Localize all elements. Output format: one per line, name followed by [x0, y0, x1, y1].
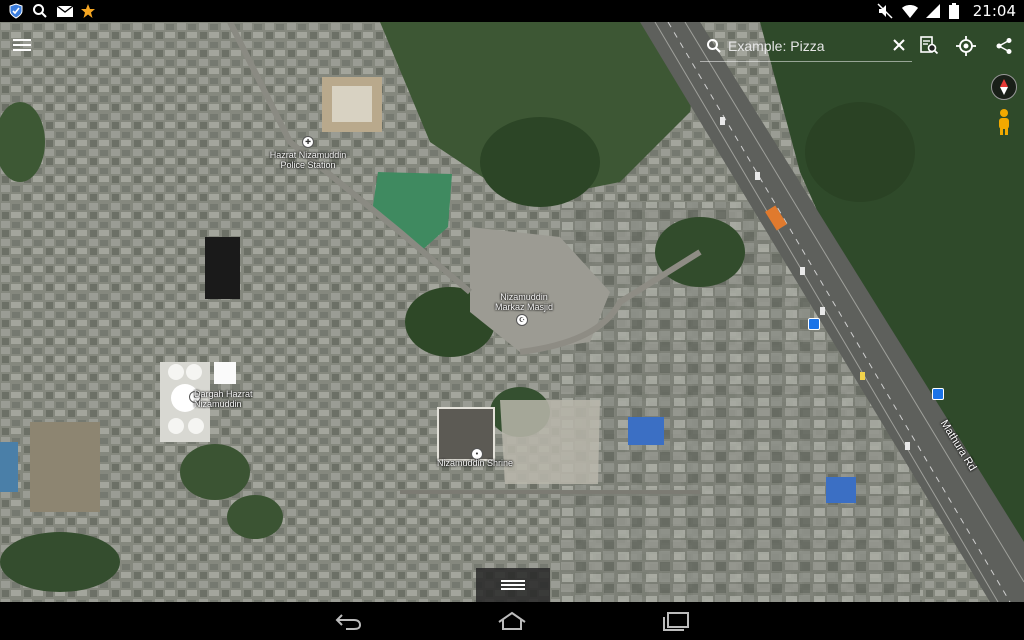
share-button[interactable] [992, 34, 1016, 58]
back-icon [335, 614, 362, 630]
recents-button[interactable] [659, 608, 693, 634]
status-right: 21:04 [877, 2, 1024, 20]
police-station-pin[interactable]: ✚ [302, 136, 314, 148]
street-view-pegman[interactable] [995, 108, 1013, 136]
menu-button[interactable] [10, 34, 34, 56]
satellite-imagery [0, 22, 1024, 602]
pegman-icon [999, 109, 1009, 135]
search-bar[interactable] [700, 30, 912, 62]
compass-icon [1000, 79, 1008, 95]
masjid-label[interactable]: Nizamuddin Markaz Masjid [484, 292, 564, 312]
my-location-icon [956, 36, 976, 56]
compass-button[interactable] [991, 74, 1017, 100]
status-bar: 21:04 [0, 0, 1024, 22]
battery-icon [948, 3, 965, 19]
home-icon [498, 611, 526, 630]
masjid-pin[interactable]: ☪ [516, 314, 528, 326]
clear-icon [893, 39, 905, 51]
bus-stop-icon[interactable] [932, 388, 944, 400]
handle-lines-icon [501, 580, 525, 590]
mute-icon [877, 3, 893, 19]
star-icon [80, 3, 96, 19]
search-icon [32, 3, 48, 19]
share-icon [996, 38, 1012, 54]
shield-icon [8, 3, 24, 19]
search-history-icon [920, 36, 939, 55]
wifi-icon [901, 3, 918, 19]
shrine-label[interactable]: Nizamuddin Shrine [430, 458, 520, 468]
search-results-list-button[interactable] [916, 32, 942, 58]
expand-panel-handle[interactable] [476, 568, 550, 602]
back-button[interactable] [331, 608, 365, 634]
home-button[interactable] [495, 608, 529, 634]
status-left [0, 3, 96, 19]
search-input[interactable] [728, 37, 888, 54]
menu-icon [13, 39, 31, 51]
search-icon [707, 38, 721, 53]
dargah-label[interactable]: Dargah Hazrat Nizamuddin [194, 389, 274, 409]
my-location-button[interactable] [954, 34, 978, 58]
satellite-map[interactable]: ✚ Hazrat Nizamuddin Police Station ☪ Niz… [0, 22, 1024, 602]
system-nav-bar [0, 602, 1024, 640]
recents-icon [663, 612, 689, 631]
bus-stop-icon[interactable] [808, 318, 820, 330]
signal-icon [925, 3, 941, 19]
status-time: 21:04 [972, 2, 1016, 20]
mail-icon [56, 3, 74, 19]
clear-search-button[interactable] [888, 34, 910, 56]
police-station-label[interactable]: Hazrat Nizamuddin Police Station [258, 150, 358, 170]
